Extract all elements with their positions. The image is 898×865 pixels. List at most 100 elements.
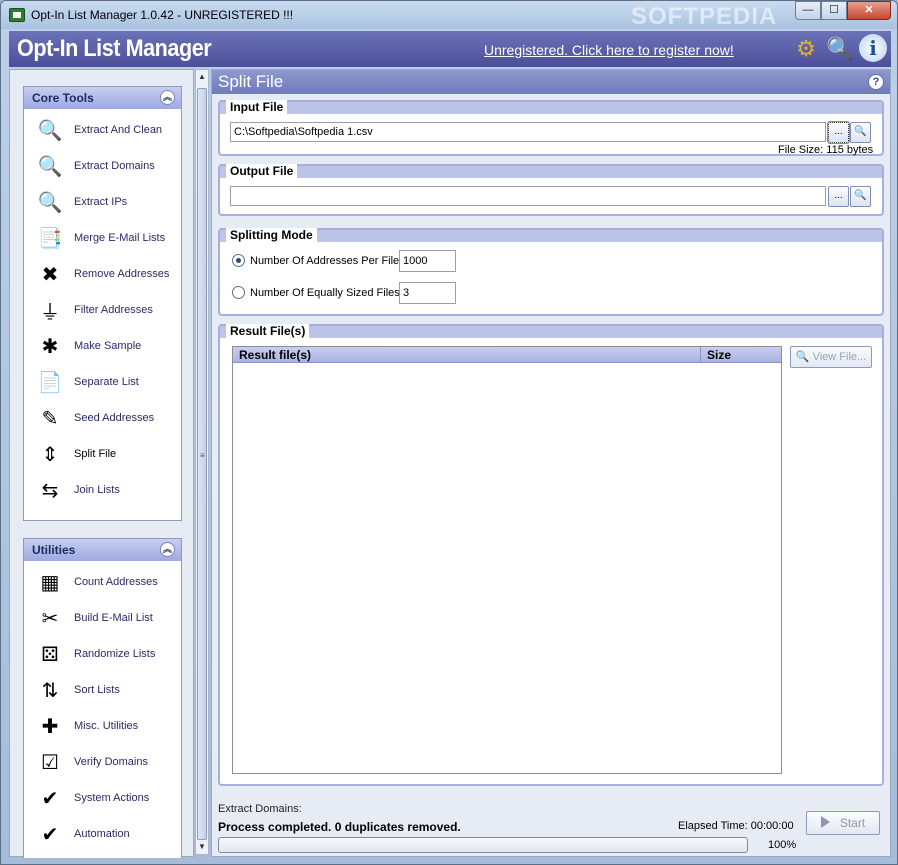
- status-message: Process completed. 0 duplicates removed.: [218, 820, 461, 834]
- sidebar-item-count-addresses[interactable]: ▦ Count Addresses: [24, 564, 181, 600]
- input-search-button[interactable]: 🔍: [850, 122, 871, 143]
- collapse-utilities-icon[interactable]: ︽: [160, 542, 175, 557]
- sidebar-item-separate-list[interactable]: 📄 Separate List: [24, 364, 181, 400]
- sidebar-item-split-file[interactable]: ⇕ Split File: [24, 436, 181, 472]
- seed-addresses-icon: ✎: [41, 407, 59, 430]
- sidebar-item-extract-domains[interactable]: 🔍 Extract Domains: [24, 148, 181, 184]
- column-result-files[interactable]: Result file(s): [233, 347, 701, 362]
- sidebar-item-label: Filter Addresses: [74, 304, 153, 316]
- utilities-header[interactable]: Utilities ︽: [24, 539, 181, 561]
- view-magnifier-icon: 🔍: [795, 351, 810, 363]
- window-controls: — ☐ ✕: [795, 1, 891, 20]
- sidebar-item-merge-e-mail-lists[interactable]: 📑 Merge E-Mail Lists: [24, 220, 181, 256]
- sidebar-item-label: Join Lists: [74, 484, 120, 496]
- output-file-label: Output File: [226, 164, 298, 178]
- system-actions-icon: ✔: [41, 787, 59, 810]
- input-file-group: Input File C:\Softpedia\Softpedia 1.csv …: [218, 100, 884, 156]
- result-files-table[interactable]: Result file(s) Size: [232, 346, 782, 774]
- output-file-field[interactable]: [230, 186, 826, 206]
- sidebar-item-label: Verify Domains: [74, 756, 148, 768]
- play-icon: [820, 816, 830, 828]
- window-title: Opt-In List Manager 1.0.42 - UNREGISTERE…: [31, 8, 294, 22]
- info-icon[interactable]: i: [859, 34, 887, 62]
- sidebar-item-label: Make Sample: [74, 340, 142, 352]
- sidebar-item-remove-addresses[interactable]: ✖ Remove Addresses: [24, 256, 181, 292]
- register-link[interactable]: Unregistered. Click here to register now…: [484, 42, 734, 58]
- scroll-up-arrow-icon[interactable]: ▲: [198, 72, 206, 81]
- sidebar-item-label: Build E-Mail List: [74, 612, 153, 624]
- sidebar-item-automation[interactable]: ✔ Automation: [24, 816, 181, 852]
- settings-gear-icon[interactable]: ⚙: [791, 34, 821, 64]
- sidebar-item-extract-and-clean[interactable]: 🔍 Extract And Clean: [24, 112, 181, 148]
- core-tools-header[interactable]: Core Tools ︽: [24, 87, 181, 109]
- title-bar[interactable]: Opt-In List Manager 1.0.42 - UNREGISTERE…: [1, 1, 897, 30]
- sidebar-item-join-lists[interactable]: ⇆ Join Lists: [24, 472, 181, 508]
- help-icon[interactable]: ?: [868, 74, 884, 90]
- column-size[interactable]: Size: [701, 347, 781, 362]
- extract-domains-icon: 🔍: [37, 155, 63, 178]
- app-window: Opt-In List Manager 1.0.42 - UNREGISTERE…: [0, 0, 898, 865]
- sidebar-item-build-e-mail-list[interactable]: ✂ Build E-Mail List: [24, 600, 181, 636]
- result-files-label: Result File(s): [226, 324, 310, 338]
- sidebar-item-sort-lists[interactable]: ⇅ Sort Lists: [24, 672, 181, 708]
- sidebar-item-filter-addresses[interactable]: ⏚ Filter Addresses: [24, 292, 181, 328]
- sidebar-item-randomize-lists[interactable]: ⚄ Randomize Lists: [24, 636, 181, 672]
- input-file-field[interactable]: C:\Softpedia\Softpedia 1.csv: [230, 122, 826, 142]
- result-table-header: Result file(s) Size: [233, 347, 781, 363]
- sidebar-item-misc-utilities[interactable]: ✚ Misc. Utilities: [24, 708, 181, 744]
- output-browse-button[interactable]: ...: [828, 186, 849, 207]
- scroll-down-arrow-icon[interactable]: ▼: [198, 842, 206, 851]
- view-file-button[interactable]: 🔍 View File...: [790, 346, 872, 368]
- splitting-mode-group: Splitting Mode Number Of Addresses Per F…: [218, 228, 884, 316]
- core-tools-list: 🔍 Extract And Clean 🔍 Extract Domains 🔍 Extra…: [24, 109, 181, 508]
- sidebar-scrollbar[interactable]: ▲ ≡ ▼: [195, 69, 209, 855]
- status-area: Extract Domains: Process completed. 0 du…: [218, 800, 884, 854]
- sidebar-item-seed-addresses[interactable]: ✎ Seed Addresses: [24, 400, 181, 436]
- sidebar-item-make-sample[interactable]: ✱ Make Sample: [24, 328, 181, 364]
- current-task-label: Extract Domains:: [218, 803, 302, 815]
- verify-domains-icon: ☑: [41, 751, 59, 774]
- core-tools-panel: Core Tools ︽ 🔍 Extract And Clean 🔍 Extract …: [23, 86, 182, 521]
- addresses-per-file-option[interactable]: Number Of Addresses Per File: [232, 254, 399, 267]
- input-file-label: Input File: [226, 100, 288, 114]
- addresses-per-file-radio[interactable]: [232, 254, 245, 267]
- equally-sized-files-radio[interactable]: [232, 286, 245, 299]
- maximize-button[interactable]: ☐: [821, 1, 847, 20]
- filter-addresses-icon: ⏚: [40, 301, 60, 324]
- build-e-mail-list-icon: ✂: [41, 607, 59, 630]
- result-files-group: Result File(s) Result file(s) Size 🔍 Vie…: [218, 324, 884, 786]
- sidebar-item-verify-domains[interactable]: ☑ Verify Domains: [24, 744, 181, 780]
- watermark-text: SOFTPEDIA: [631, 3, 778, 30]
- sidebar-item-label: Extract And Clean: [74, 124, 163, 136]
- scrollbar-thumb[interactable]: ≡: [197, 88, 207, 840]
- sidebar-item-label: Sort Lists: [74, 684, 120, 696]
- file-size-label: File Size: 115 bytes: [778, 144, 874, 156]
- close-button[interactable]: ✕: [847, 1, 891, 20]
- sidebar-item-system-actions[interactable]: ✔ System Actions: [24, 780, 181, 816]
- addresses-per-file-input[interactable]: 1000: [399, 250, 456, 272]
- output-file-group: Output File ... 🔍: [218, 164, 884, 216]
- separate-list-icon: 📄: [37, 371, 63, 394]
- output-search-button[interactable]: 🔍: [850, 186, 871, 207]
- sidebar-item-label: Remove Addresses: [74, 268, 170, 280]
- output-file-group-bar: [220, 166, 882, 178]
- sidebar-item-label: Separate List: [74, 376, 139, 388]
- input-file-group-bar: [220, 102, 882, 114]
- input-browse-button[interactable]: ...: [827, 121, 850, 144]
- sidebar-item-extract-ips[interactable]: 🔍 Extract IPs: [24, 184, 181, 220]
- core-tools-title: Core Tools: [32, 91, 94, 105]
- addresses-per-file-label: Number Of Addresses Per File: [250, 254, 400, 267]
- sidebar-item-label: Misc. Utilities: [74, 720, 139, 732]
- app-icon: [9, 8, 25, 22]
- equally-sized-files-input[interactable]: 3: [399, 282, 456, 304]
- start-button[interactable]: Start: [806, 811, 880, 835]
- result-files-group-bar: [220, 326, 882, 338]
- search-magnifier-icon[interactable]: 🔍: [825, 34, 855, 64]
- utilities-panel: Utilities ︽ ▦ Count Addresses ✂ Build E-Mai…: [23, 538, 182, 858]
- minimize-button[interactable]: —: [795, 1, 821, 20]
- equally-sized-files-option[interactable]: Number Of Equally Sized Files: [232, 286, 400, 299]
- start-label: Start: [839, 816, 866, 830]
- sidebar-item-label: System Actions: [74, 792, 150, 804]
- collapse-core-tools-icon[interactable]: ︽: [160, 90, 175, 105]
- page-title: Split File: [218, 72, 284, 91]
